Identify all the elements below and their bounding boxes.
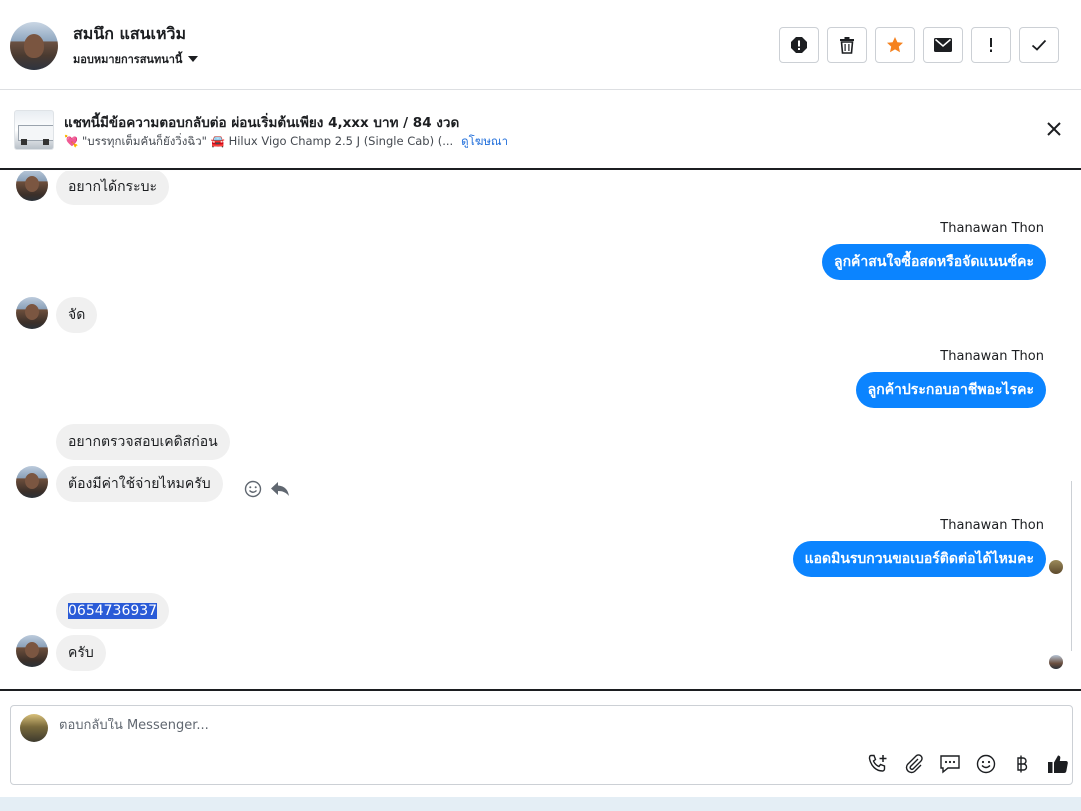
contact-avatar-small xyxy=(16,297,48,329)
contact-name[interactable]: สมนึก แสนเหวิม xyxy=(73,22,186,47)
contact-avatar[interactable] xyxy=(10,22,58,70)
emoji-button[interactable] xyxy=(974,752,998,776)
attach-button[interactable] xyxy=(902,752,926,776)
baht-icon xyxy=(1017,755,1028,773)
composer-toolbar xyxy=(866,752,1070,776)
like-button[interactable] xyxy=(1046,752,1070,776)
mail-icon xyxy=(934,38,952,52)
emoji-icon xyxy=(976,754,996,774)
mark-spam-button[interactable] xyxy=(779,27,819,63)
outgoing-message[interactable]: แอดมินรบกวนขอเบอร์ติดต่อได้ไหมคะ xyxy=(792,541,1046,577)
like-icon xyxy=(1048,755,1068,773)
incoming-message[interactable]: ต้องมีค่าใช้จ่ายไหมครับ xyxy=(56,466,223,502)
scrollbar[interactable] xyxy=(1071,481,1081,651)
ad-subtitle-text: 💘 "บรรทุกเต็มคันก็ยังวิ่งฉิว" 🚘 Hilux Vi… xyxy=(64,134,454,148)
incoming-message[interactable]: จัด xyxy=(56,297,98,333)
reply-icon[interactable] xyxy=(270,480,290,498)
contact-avatar-small xyxy=(16,466,48,498)
seen-indicator-avatar xyxy=(1049,560,1063,574)
ad-title: แชทนี้มีข้อความตอบกลับต่อ ผ่อนเริ่มต้นเพ… xyxy=(64,115,460,131)
delete-button[interactable] xyxy=(827,27,867,63)
ad-subtitle: 💘 "บรรทุกเต็มคันก็ยังวิ่งฉิว" 🚘 Hilux Vi… xyxy=(64,133,508,151)
mark-done-button[interactable] xyxy=(1019,27,1059,63)
page-avatar xyxy=(20,714,48,742)
call-add-icon xyxy=(868,754,887,772)
exclamation-icon xyxy=(990,38,992,52)
outgoing-message[interactable]: ลูกค้าประกอบอาชีพอะไรคะ xyxy=(855,372,1046,408)
conversation-header: สมนึก แสนเหวิม มอบหมายการสนทนานี้ xyxy=(0,0,1081,90)
spam-icon xyxy=(791,37,807,53)
sender-name: Thanawan Thon xyxy=(940,349,1044,364)
header-actions xyxy=(779,27,1059,63)
ad-thumbnail[interactable] xyxy=(14,110,54,150)
trash-icon xyxy=(840,37,854,54)
sender-name: Thanawan Thon xyxy=(940,518,1044,533)
caret-down-icon xyxy=(188,56,199,62)
ad-context-banner: แชทนี้มีข้อความตอบกลับต่อ ผ่อนเริ่มต้นเพ… xyxy=(0,90,1081,170)
star-button[interactable] xyxy=(875,27,915,63)
contact-avatar-small xyxy=(16,635,48,667)
reply-composer xyxy=(10,705,1073,785)
message-thread[interactable]: อยากได้กระบะ Thanawan Thon ลูกค้าสนใจซื้… xyxy=(0,171,1081,691)
incoming-message-phone[interactable]: 0654736937 xyxy=(56,593,170,629)
view-ad-link[interactable]: ดูโฆษณา xyxy=(461,133,508,151)
mark-unread-button[interactable] xyxy=(923,27,963,63)
assign-conversation-dropdown[interactable]: มอบหมายการสนทนานี้ xyxy=(73,50,199,68)
check-icon xyxy=(1031,39,1047,51)
follow-up-button[interactable] xyxy=(971,27,1011,63)
saved-reply-icon xyxy=(940,755,960,774)
reply-input[interactable] xyxy=(59,718,959,733)
incoming-message[interactable]: อยากได้กระบะ xyxy=(56,171,170,205)
selected-phone-number[interactable]: 0654736937 xyxy=(68,603,158,619)
contact-avatar-small xyxy=(16,171,48,201)
attach-icon xyxy=(905,754,923,774)
seen-indicator-avatar xyxy=(1049,655,1063,669)
inbox-conversation-view: สมนึก แสนเหวิม มอบหมายการสนทนานี้ แชทนี้… xyxy=(0,0,1081,811)
assign-label: มอบหมายการสนทนานี้ xyxy=(73,53,183,66)
saved-replies-button[interactable] xyxy=(938,752,962,776)
call-button[interactable] xyxy=(866,752,890,776)
message-hover-actions xyxy=(244,480,290,498)
outgoing-message[interactable]: ลูกค้าสนใจซื้อสดหรือจัดแนนซ์คะ xyxy=(822,244,1046,280)
payment-button[interactable] xyxy=(1010,752,1034,776)
react-emoji-icon[interactable] xyxy=(244,480,262,498)
star-icon xyxy=(887,37,903,53)
incoming-message[interactable]: อยากตรวจสอบเคดิสก่อน xyxy=(56,424,230,460)
bottom-strip xyxy=(0,797,1081,811)
sender-name: Thanawan Thon xyxy=(940,221,1044,236)
close-icon[interactable] xyxy=(1045,120,1063,138)
incoming-message[interactable]: ครับ xyxy=(56,635,106,671)
